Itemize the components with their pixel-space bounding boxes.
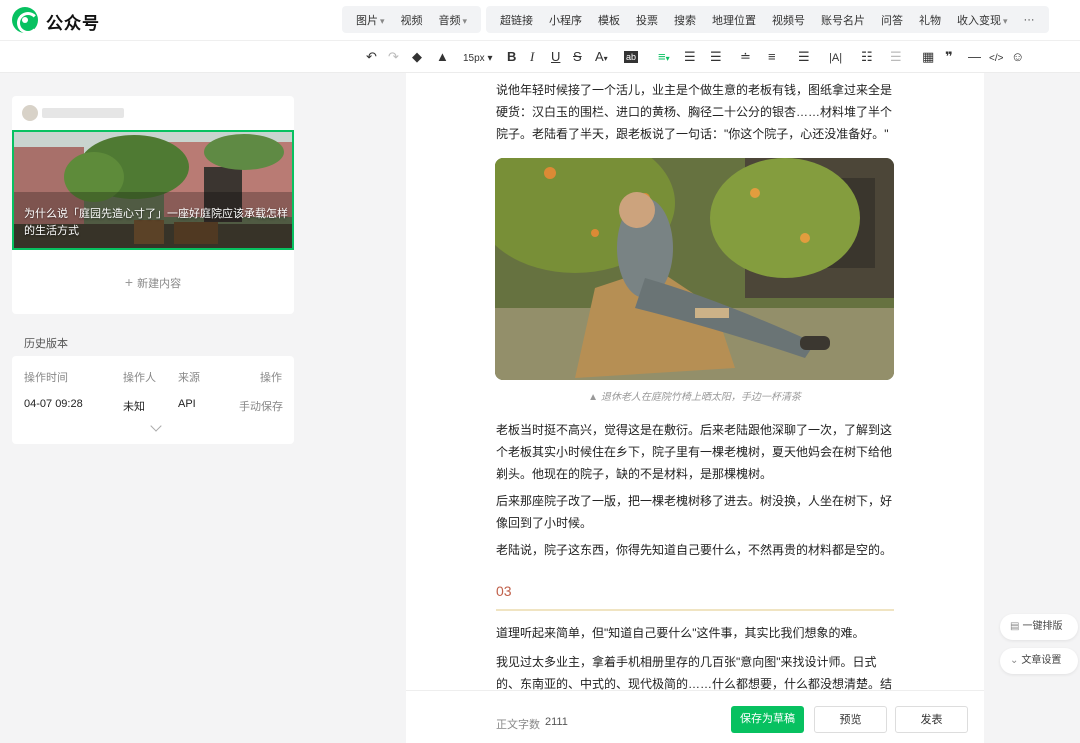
insert-vote-button[interactable]: 投票 (628, 12, 666, 28)
insert-gift-button[interactable]: 礼物 (911, 12, 949, 28)
redo-icon[interactable]: ↷ (388, 49, 399, 65)
plus-icon: + (124, 274, 134, 290)
insert-image-button[interactable]: 图片 ▾ (348, 12, 393, 28)
brand-title: 公众号 (46, 14, 100, 33)
strikethrough-icon[interactable]: S (573, 49, 582, 65)
more-button[interactable]: ··· (1016, 14, 1043, 26)
align-icon[interactable]: ≡▾ (658, 49, 670, 67)
wechat-logo-icon (12, 7, 39, 34)
paragraph[interactable]: 道理听起来简单，但"知道自己要什么"这件事，其实比我们想象的难。 (496, 622, 896, 644)
paragraph[interactable]: 后来那座院子改了一版，把一棵老槐树移了进去。树没换，人坐在树下，好像回到了小时候… (496, 490, 896, 534)
word-count-value: 2111 (545, 716, 568, 728)
clear-format-icon[interactable]: ▲ (436, 49, 449, 65)
quote-icon[interactable]: ❞ (945, 49, 953, 65)
elderly-man-courtyard-image (495, 158, 894, 380)
insert-video-button[interactable]: 视频 (393, 12, 431, 28)
insert-feature-group: 超链接 小程序 模板 投票 搜索 地理位置 视频号 账号名片 问答 礼物 收入变… (486, 6, 1049, 33)
paragraph[interactable]: 我见过太多业主，拿着手机相册里存的几百张"意向图"来找设计师。日式的、东南亚的、… (496, 651, 896, 695)
history-header-source: 来源 (178, 372, 200, 384)
insert-hyperlink-button[interactable]: 超链接 (492, 12, 541, 28)
new-content-button[interactable]: + 新建内容 (12, 274, 294, 291)
chevron-double-down-icon: ⌄ (1010, 655, 1019, 666)
insert-search-button[interactable]: 搜索 (666, 12, 704, 28)
undo-icon[interactable]: ↶ (366, 49, 377, 65)
list-icon[interactable]: ☷ (861, 49, 873, 65)
save-draft-button[interactable]: 保存为草稿 (731, 706, 804, 733)
word-count-label: 正文字数 (496, 719, 540, 731)
paragraph[interactable]: 老板当时挺不高兴，觉得这是在敷衍。后来老陆跟他深聊了一次，了解到这个老板其实小时… (496, 419, 896, 485)
format-painter-icon[interactable]: ◆ (412, 49, 422, 65)
image-caption: ▲ 退休老人在庭院竹椅上晒太阳，手边一杯清茶 (588, 392, 801, 403)
expand-chevron-icon[interactable] (150, 420, 162, 432)
auto-layout-button[interactable]: ▤ 一键排版 (1000, 614, 1078, 640)
history-row-action[interactable]: 手动保存 (239, 398, 283, 414)
table-icon[interactable]: ▦ (922, 49, 934, 65)
insert-miniprogram-button[interactable]: 小程序 (541, 12, 590, 28)
account-avatar (22, 105, 38, 121)
underline-icon[interactable]: U (551, 49, 560, 65)
code-icon[interactable]: </> (989, 51, 1003, 67)
top-bar: 公众号 图片 ▾ 视频 音频 ▾ 超链接 小程序 模板 投票 搜索 地理位置 视频号… (0, 0, 1080, 40)
history-row-operator: 未知 (123, 401, 145, 413)
section-number: 03 (496, 583, 512, 599)
history-header-time: 操作时间 (24, 372, 68, 384)
section-divider (496, 609, 894, 611)
account-name-blurred (42, 108, 124, 118)
history-header-operator: 操作人 (123, 372, 156, 384)
editor-canvas[interactable]: 说他年轻时候接了一个活儿，业主是个做生意的老板有钱，图纸拿过来全是硬货：汉白玉的… (406, 73, 984, 743)
insert-template-button[interactable]: 模板 (590, 12, 628, 28)
font-size-select[interactable]: 15px ▾ (463, 51, 493, 67)
insert-qa-button[interactable]: 问答 (873, 12, 911, 28)
indent-icon[interactable]: ☰ (684, 49, 696, 65)
insert-account-card-button[interactable]: 账号名片 (813, 12, 873, 28)
bold-icon[interactable]: B (507, 49, 516, 65)
paragraph[interactable]: 老陆说，院子这东西，你得先知道自己要什么，不然再贵的材料都是空的。 (496, 539, 896, 561)
emoji-icon[interactable]: ☺ (1011, 49, 1024, 65)
line-height-icon[interactable]: ≡ (768, 49, 776, 65)
history-title: 历史版本 (24, 338, 68, 350)
history-row-source: API (178, 398, 196, 410)
italic-icon[interactable]: I (530, 49, 534, 65)
preview-button[interactable]: 预览 (814, 706, 887, 733)
new-content-label: 新建内容 (137, 278, 182, 290)
background-color-icon[interactable]: ab (624, 51, 639, 63)
font-color-icon[interactable]: A▾ (595, 49, 608, 67)
insert-audio-button[interactable]: 音频 ▾ (431, 12, 476, 28)
format-toolbar: ↶ ↷ ◆ ▲ 15px ▾ B I U S A▾ ab ≡▾ ☰ ☰ ≐ ≡ … (0, 40, 1080, 73)
letter-spacing-icon[interactable]: |A| (829, 50, 842, 66)
history-row-time: 04-07 09:28 (24, 398, 83, 410)
insert-channels-button[interactable]: 视频号 (764, 12, 813, 28)
insert-location-button[interactable]: 地理位置 (704, 12, 764, 28)
article-title: 为什么说「庭园先造心寸了」一座好庭院应该承载怎样的生活方式 (24, 208, 288, 237)
history-table: 操作时间 操作人 来源 操作 04-07 09:28 未知 API 手动保存 (12, 356, 294, 444)
outdent-icon[interactable]: ☰ (710, 49, 722, 65)
publish-button[interactable]: 发表 (895, 706, 968, 733)
insert-media-group: 图片 ▾ 视频 音频 ▾ (342, 6, 482, 33)
article-cover-selected[interactable]: 为什么说「庭园先造心寸了」一座好庭院应该承载怎样的生活方式 (12, 130, 294, 250)
article-settings-button[interactable]: ⌄ 文章设置 (1000, 648, 1078, 674)
paragraph[interactable]: 说他年轻时候接了一个活儿，业主是个做生意的老板有钱，图纸拿过来全是硬货：汉白玉的… (496, 79, 896, 145)
article-image[interactable] (495, 158, 894, 380)
article-list-card: 为什么说「庭园先造心寸了」一座好庭院应该承载怎样的生活方式 + 新建内容 (12, 96, 294, 314)
two-sides-icon[interactable]: ☰ (890, 49, 902, 65)
editor-footer: 正文字数 2111 保存为草稿 预览 发表 (406, 690, 984, 743)
document-icon: ▤ (1010, 621, 1020, 632)
insert-monetize-button[interactable]: 收入变现 ▾ (949, 12, 1016, 28)
paragraph-spacing-icon[interactable]: ≐ (740, 49, 751, 65)
divider-icon[interactable]: — (968, 49, 981, 65)
history-header-action: 操作 (260, 372, 282, 384)
first-line-indent-icon[interactable]: ☰ (798, 49, 810, 65)
